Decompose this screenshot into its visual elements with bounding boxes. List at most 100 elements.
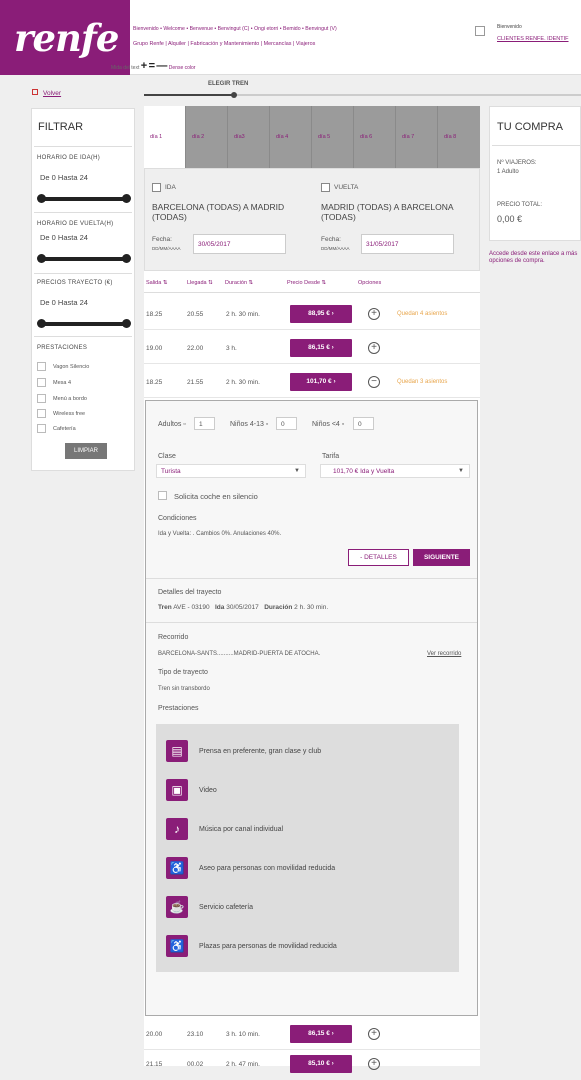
ninos-label: Niños 4-13 ▫	[230, 421, 269, 428]
divider	[146, 578, 477, 579]
tab-label: día 8	[444, 134, 457, 140]
video-icon: ▣	[166, 779, 188, 801]
train-info: Tren AVE - 03190 Ida 30/05/2017 Duración…	[158, 604, 328, 611]
top-nav[interactable]: Grupo Renfe | Alquiler | Fabricación y M…	[133, 41, 315, 47]
price-button[interactable]: 88,95 € ›	[290, 305, 352, 323]
expand-icon[interactable]: +	[368, 1058, 380, 1070]
price-button[interactable]: 86,15 € ›	[290, 339, 352, 357]
tarifa-label: Tarifa	[322, 453, 340, 460]
collapse-icon[interactable]: −	[368, 376, 380, 388]
tab-day-6[interactable]: día 6	[354, 106, 396, 168]
col-precio[interactable]: Precio Desde ⇅	[287, 280, 326, 286]
table-row: 19.00 22.00 3 h. 86,15 € › +	[144, 334, 480, 364]
departure: 18.25	[146, 379, 163, 386]
silencio-checkbox[interactable]	[158, 491, 167, 500]
tab-day-8[interactable]: día 8	[438, 106, 480, 168]
clientes-link[interactable]: CLIENTES RENFE. IDENTIF	[497, 36, 569, 42]
progress-marker	[231, 92, 237, 98]
equal-icon[interactable]: =	[149, 60, 155, 72]
chevron-down-icon: ▼	[294, 468, 300, 474]
tab-day-7[interactable]: día 7	[396, 106, 438, 168]
ida-checkbox[interactable]	[152, 183, 161, 192]
table-row: 18.25 20.55 2 h. 30 min. 88,95 € › + Que…	[144, 300, 480, 330]
col-llegada[interactable]: Llegada ⇅	[187, 280, 213, 286]
recorrido-label: Recorrido	[158, 634, 189, 641]
viajeros-value: 1 Adulto	[497, 169, 519, 175]
text-size-label: Mida del text	[111, 65, 140, 71]
ida-label: IDA	[165, 184, 176, 191]
option-label: Wireless free	[53, 411, 86, 417]
tarifa-select[interactable]: 101,70 € Ida y Vuelta ▼	[320, 464, 470, 478]
price-button[interactable]: 101,70 € ›	[290, 373, 352, 391]
tab-day-2[interactable]: día 2	[186, 106, 228, 168]
tab-day-5[interactable]: día 5	[312, 106, 354, 168]
adultos-input[interactable]: 1	[194, 417, 215, 430]
seats-left: Quedan 4 asientos	[397, 311, 448, 317]
price-button[interactable]: 86,15 € ›	[290, 1025, 352, 1043]
ida-hours-value: De 0 Hasta 24	[40, 173, 88, 182]
ida-date-input[interactable]: 30/05/2017	[193, 234, 286, 254]
fecha-label: Fecha:	[321, 236, 341, 243]
col-salida[interactable]: Salida ⇅	[146, 280, 167, 286]
vuelta-checkbox[interactable]	[321, 183, 330, 192]
prestaciones-list: ▤ Prensa en preferente, gran clase y clu…	[156, 724, 459, 972]
vuelta-hours-slider[interactable]	[37, 254, 131, 263]
details-button[interactable]: - DETALLES	[348, 549, 409, 566]
checkbox-cafeteria[interactable]	[37, 424, 46, 433]
back-link[interactable]: Volver	[32, 89, 61, 97]
vuelta-hours-label: HORARIO DE VUELTA(H)	[37, 221, 114, 227]
price-slider[interactable]	[37, 319, 131, 328]
expand-icon[interactable]: +	[368, 1028, 380, 1040]
plus-icon[interactable]: +	[141, 60, 147, 72]
header-checkbox[interactable]	[475, 26, 485, 36]
wheelchair-seat-icon: ♿	[166, 935, 188, 957]
col-duracion[interactable]: Duración ⇅	[225, 280, 253, 286]
seats-left: Quedan 3 asientos	[397, 379, 448, 385]
checkbox-mesa-4[interactable]	[37, 378, 46, 387]
back-label: Volver	[43, 90, 62, 97]
tipo-label: Tipo de trayecto	[158, 669, 208, 676]
fecha-format: DD/MM/AAAA	[321, 246, 350, 251]
logo-text: renfe	[14, 16, 119, 60]
precio-value: 0,00 €	[497, 214, 523, 224]
divider	[146, 622, 477, 623]
tab-label: día 1	[150, 134, 163, 140]
price-button[interactable]: 85,10 € ›	[290, 1055, 352, 1073]
ida-hours-slider[interactable]	[37, 194, 131, 203]
more-options-link[interactable]: Accede desde este enlace a más opciones …	[489, 251, 581, 265]
checkbox-vagon-silencio[interactable]	[37, 362, 46, 371]
recorrido-value: BARCELONA-SANTS..........MADRID-PUERTA D…	[158, 651, 321, 657]
tab-label: día 4	[276, 134, 289, 140]
ver-recorrido-link[interactable]: Ver recorrido	[427, 651, 461, 657]
fecha-label: Fecha:	[152, 236, 172, 243]
expand-icon[interactable]: +	[368, 308, 380, 320]
expand-icon[interactable]: +	[368, 342, 380, 354]
divider	[144, 292, 480, 293]
minus-icon[interactable]: —	[156, 60, 167, 72]
tab-day-4[interactable]: día 4	[270, 106, 312, 168]
departure: 21.15	[146, 1061, 163, 1068]
duration: 3 h.	[226, 345, 237, 352]
welcome-label: Bienvenido	[497, 24, 522, 30]
col-opciones: Opciones	[358, 280, 382, 286]
checkbox-menu-a-bordo[interactable]	[37, 394, 46, 403]
duration: 2 h. 30 min.	[226, 379, 260, 386]
checkbox-wireless-free[interactable]	[37, 409, 46, 418]
ninos4-input[interactable]: 0	[353, 417, 374, 430]
contrast-link[interactable]: Dense color	[169, 65, 196, 71]
next-button[interactable]: SIGUIENTE	[413, 549, 470, 566]
clase-select[interactable]: Turista ▼	[156, 464, 306, 478]
clear-filters-button[interactable]: LIMPIAR	[65, 443, 107, 459]
clase-label: Clase	[158, 453, 176, 460]
divider	[492, 145, 581, 146]
departure: 18.25	[146, 311, 163, 318]
text-size-control[interactable]: Mida del text + = — Dense color	[111, 60, 195, 72]
greeting-text: Bienvenido • Welcome • Benvenue • Benvin…	[133, 26, 337, 32]
ninos-input[interactable]: 0	[276, 417, 297, 430]
tab-day-1[interactable]: día 1	[144, 106, 186, 168]
departure: 19.00	[146, 345, 163, 352]
tab-day-3[interactable]: día3	[228, 106, 270, 168]
chevron-down-icon: ▼	[458, 468, 464, 474]
filter-title: FILTRAR	[38, 121, 84, 133]
vuelta-date-input[interactable]: 31/05/2017	[361, 234, 454, 254]
